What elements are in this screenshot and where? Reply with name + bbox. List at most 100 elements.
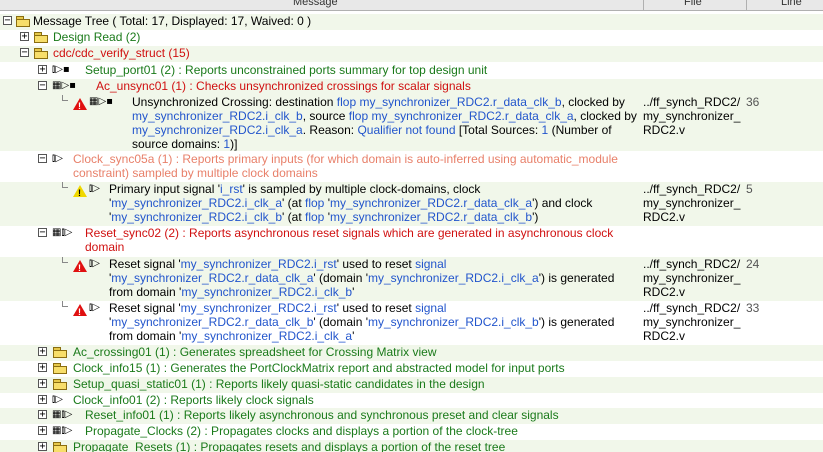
message-link[interactable]: my_synchronizer_RDC2.r_data_clk_a xyxy=(330,196,532,210)
message-text: ' is sampled by multiple clock-domains, … xyxy=(242,182,481,196)
file-column-header[interactable]: File xyxy=(684,0,702,8)
flop-icon: ⫾▷ xyxy=(89,183,100,194)
rule-label: Reset_sync02 (2) : Reports asynchronous … xyxy=(85,226,614,240)
message-text: ' (domain ' xyxy=(313,315,368,329)
message-text: ' (at xyxy=(282,210,305,224)
expand-toggle[interactable]: + xyxy=(38,379,47,389)
file-cell: RDC2.v xyxy=(643,123,686,137)
message-link[interactable]: my_synchronizer_RDC2.r_data_clk_b xyxy=(330,210,532,224)
expand-toggle[interactable]: + xyxy=(38,442,47,452)
flop-icon: ⫾▷ xyxy=(52,394,63,405)
message-row[interactable]: ⫾▷ Reset signal 'my_synchronizer_RDC2.i_… xyxy=(0,301,823,345)
rule-label-cont: domain xyxy=(85,240,125,254)
message-link[interactable]: signal xyxy=(415,301,446,315)
flop-icon: ⫾▷ xyxy=(52,153,63,164)
schematic-icon: ▦▷▪ xyxy=(52,80,76,91)
collapse-toggle[interactable]: − xyxy=(20,48,29,58)
rule-label-cont: constraint) sampled by multiple clock do… xyxy=(73,166,318,180)
message-link[interactable]: my_synchronizer_RDC2.i_clk_b xyxy=(368,315,539,329)
message-link[interactable]: my_synchronizer_RDC2.i_rst xyxy=(181,257,337,271)
message-text: ' xyxy=(352,329,355,343)
tree-node-design-read[interactable]: + Design Read (2) xyxy=(0,30,823,46)
message-link[interactable]: my_synchronizer_RDC2.r_data_clk_a xyxy=(111,271,313,285)
message-column-header[interactable]: Message xyxy=(293,0,338,8)
message-link[interactable]: my_synchronizer_RDC2.i_clk_b xyxy=(132,109,303,123)
message-link[interactable]: my_synchronizer_RDC2.i_clk_a xyxy=(368,271,539,285)
rule-label: Ac_unsync01 (1) : Checks unsynchronized … xyxy=(96,79,471,93)
message-row[interactable]: ⫾▷ Reset signal 'my_synchronizer_RDC2.i_… xyxy=(0,257,823,301)
collapse-toggle[interactable]: − xyxy=(38,154,47,164)
message-link[interactable]: my_synchronizer_RDC2.i_rst xyxy=(181,301,337,315)
message-link[interactable]: flop xyxy=(305,196,324,210)
expand-toggle[interactable]: + xyxy=(38,65,47,75)
tree-node-cdc[interactable]: − cdc/cdc_verify_struct (15) xyxy=(0,46,823,62)
message-link[interactable]: flop xyxy=(305,210,324,224)
message-row[interactable]: ▦▷▪ Unsynchronized Crossing: destination… xyxy=(0,95,823,151)
tree-rule-ac-unsync01[interactable]: − ▦▷▪ Ac_unsync01 (1) : Checks unsynchro… xyxy=(0,79,823,95)
tree-root[interactable]: − Message Tree ( Total: 17, Displayed: 1… xyxy=(0,14,823,30)
schematic-icon: ▦▷▪ xyxy=(89,96,113,107)
error-icon xyxy=(73,304,87,319)
tree-rule-clock-sync05a[interactable]: − ⫾▷ Clock_sync05a (1) : Reports primary… xyxy=(0,152,823,182)
rule-label: Clock_sync05a (1) : Reports primary inpu… xyxy=(73,152,618,166)
line-cell: 36 xyxy=(746,95,760,109)
expand-toggle[interactable]: + xyxy=(38,347,47,357)
rule-label: Clock_info01 (2) : Reports likely clock … xyxy=(73,393,314,407)
rule-label: Clock_info15 (1) : Generates the PortClo… xyxy=(73,361,565,375)
rule-label: Setup_quasi_static01 (1) : Reports likel… xyxy=(73,377,485,391)
message-link[interactable]: my_synchronizer_RDC2.i_clk_b xyxy=(111,210,282,224)
tree-rule-reset-sync02[interactable]: − ▦⫾▷ Reset_sync02 (2) : Reports asynchr… xyxy=(0,226,823,256)
message-link[interactable]: signal xyxy=(415,257,446,271)
collapse-toggle[interactable]: − xyxy=(38,228,47,238)
message-text: , source xyxy=(302,109,349,123)
rule-label: Reset_info01 (1) : Reports likely asynch… xyxy=(85,408,559,422)
file-cell: ../ff_synch_RDC2/ xyxy=(643,95,741,109)
tree-node-label: cdc/cdc_verify_struct (15) xyxy=(53,46,190,60)
message-text: Reset signal ' xyxy=(109,301,181,315)
message-row[interactable]: ⫾▷ Primary input signal 'i_rst' is sampl… xyxy=(0,182,823,226)
line-column-header[interactable]: Line xyxy=(781,0,802,8)
expand-toggle[interactable]: + xyxy=(20,32,29,42)
file-cell: ../ff_synch_RDC2/ xyxy=(643,301,741,315)
message-text: (Number of xyxy=(548,123,612,137)
message-link[interactable]: my_synchronizer_RDC2.i_clk_a xyxy=(132,123,303,137)
message-link[interactable]: my_synchronizer_RDC2.r_data_clk_b xyxy=(111,315,313,329)
collapse-toggle[interactable]: − xyxy=(3,16,12,26)
message-link[interactable]: flop my_synchronizer_RDC2.r_data_clk_a xyxy=(349,109,574,123)
expand-toggle[interactable]: + xyxy=(38,426,47,436)
folder-icon xyxy=(34,32,48,43)
tree-rule-propagate-resets[interactable]: + Propagate_Resets (1) : Propagates rese… xyxy=(0,440,823,452)
tree-rule-propagate-clocks[interactable]: + ▦⫾▷ Propagate_Clocks (2) : Propagates … xyxy=(0,424,823,440)
message-text: ' (domain ' xyxy=(313,271,368,285)
tree-rule-ac-crossing01[interactable]: + Ac_crossing01 (1) : Generates spreadsh… xyxy=(0,345,823,361)
message-link[interactable]: i_rst xyxy=(220,182,243,196)
message-link[interactable]: my_synchronizer_RDC2.i_clk_a xyxy=(181,329,352,343)
file-cell: ../ff_synch_RDC2/ xyxy=(643,257,741,271)
error-icon xyxy=(73,98,87,113)
expand-toggle[interactable]: + xyxy=(38,395,47,405)
file-cell: my_synchronizer_ xyxy=(643,271,741,285)
tree-rule-reset-info01[interactable]: + ▦⫾▷ Reset_info01 (1) : Reports likely … xyxy=(0,408,823,424)
message-text: ') is generated xyxy=(538,315,615,329)
tree-rule-setup-port01[interactable]: + ⫾▷▪ Setup_port01 (2) : Reports unconst… xyxy=(0,63,823,79)
tree-root-label: Message Tree ( Total: 17, Displayed: 17,… xyxy=(33,14,312,28)
rule-label: Propagate_Clocks (2) : Propagates clocks… xyxy=(85,424,518,438)
warning-icon xyxy=(73,185,87,200)
collapse-toggle[interactable]: − xyxy=(38,81,47,91)
expand-toggle[interactable]: + xyxy=(38,410,47,420)
tree-node-label: Design Read (2) xyxy=(53,30,141,44)
message-link[interactable]: my_synchronizer_RDC2.i_clk_a xyxy=(111,196,282,210)
tree-rule-setup-quasi-static01[interactable]: + Setup_quasi_static01 (1) : Reports lik… xyxy=(0,377,823,393)
tree-rule-clock-info01[interactable]: + ⫾▷ Clock_info01 (2) : Reports likely c… xyxy=(0,393,823,409)
message-link[interactable]: flop my_synchronizer_RDC2.r_data_clk_b xyxy=(337,95,562,109)
message-link[interactable]: my_synchronizer_RDC2.i_clk_b xyxy=(181,285,352,299)
message-link[interactable]: Qualifier not found xyxy=(357,123,455,137)
tree-rule-clock-info15[interactable]: + Clock_info15 (1) : Generates the PortC… xyxy=(0,361,823,377)
flop-icon: ⫾▷ xyxy=(89,258,100,269)
line-cell: 5 xyxy=(746,182,753,196)
file-cell: my_synchronizer_ xyxy=(643,196,741,210)
expand-toggle[interactable]: + xyxy=(38,363,47,373)
rule-label: Ac_crossing01 (1) : Generates spreadshee… xyxy=(73,345,437,359)
flop-icon: ⫾▷ xyxy=(89,302,100,313)
message-text: Unsynchronized Crossing: destination xyxy=(132,95,337,109)
